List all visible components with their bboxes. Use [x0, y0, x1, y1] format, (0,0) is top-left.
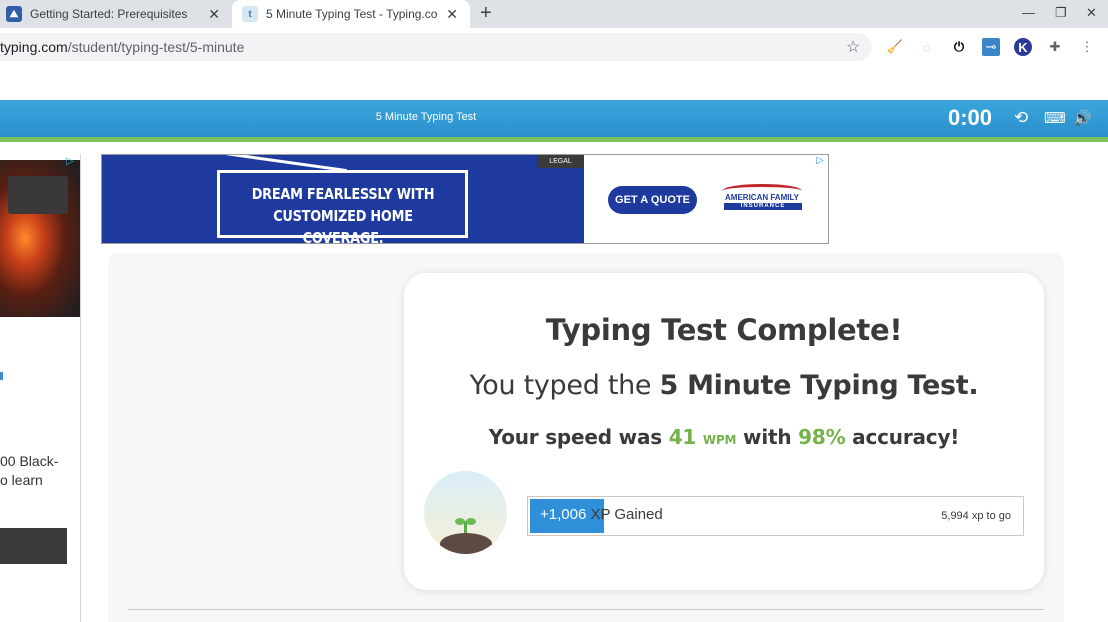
timer: 0:00 [948, 105, 993, 130]
typed-test-line: You typed the 5 Minute Typing Test. [404, 370, 1044, 401]
ad-text-line: 00 Black- [0, 453, 59, 469]
banner-ad[interactable]: DREAM FEARLESSLY WITH CUSTOMIZED HOME CO… [101, 154, 829, 244]
test-name: 5 Minute Typing Test. [659, 370, 979, 401]
banner-headline-line: DREAM FEARLESSLY WITH [251, 185, 435, 203]
site-favicon-icon: ⛰ [6, 6, 22, 22]
logo-brand-line: INSURANCE [724, 203, 802, 210]
xp-gained-number: +1,006 [540, 506, 587, 523]
xp-gained-label: +1,006 XP Gained [540, 497, 663, 533]
adchoices-icon[interactable]: ▷ [66, 156, 80, 170]
header-accent-bar [0, 137, 1108, 142]
restore-button[interactable]: ❐ [1055, 5, 1067, 21]
browser-toolbar: typing.com/student/typing-test/5-minute … [0, 28, 1108, 66]
window-close-button[interactable]: ✕ [1086, 5, 1097, 21]
ad-button[interactable] [0, 528, 67, 564]
browser-tab-strip: ⛰ Getting Started: Prerequisites ✕ t 5 M… [0, 0, 1108, 28]
typed-prefix: You typed the [469, 370, 660, 401]
tab-title: Getting Started: Prerequisites [30, 7, 188, 21]
bookmark-star-icon[interactable]: ☆ [846, 37, 860, 57]
test-title: 5 Minute Typing Test [375, 111, 477, 123]
history-icon[interactable]: ⟲ [1014, 108, 1028, 128]
legal-tag[interactable]: LEGAL [537, 155, 584, 168]
keyboard-off-icon[interactable]: ⌨ [1044, 109, 1066, 127]
xp-progress-bar: +1,006 XP Gained 5,994 xp to go [527, 496, 1024, 536]
tab-close-icon[interactable]: ✕ [446, 6, 458, 23]
sprout-avatar-icon [424, 471, 507, 554]
tab-title: 5 Minute Typing Test - Typing.co [266, 7, 438, 21]
typing-test-header: 5 Minute Typing Test 0:00 ⟲ ⌨ 🔊 [0, 100, 1108, 137]
ad-photo [0, 160, 80, 317]
banner-ad-area: DREAM FEARLESSLY WITH CUSTOMIZED HOME CO… [101, 154, 1070, 244]
menu-dots-icon[interactable]: ⋮ [1078, 38, 1096, 56]
ad-link-mark [0, 372, 3, 380]
xp-gained-text: XP Gained [586, 506, 663, 523]
banner-headline-line: CUSTOMIZED HOME COVERAGE. [273, 207, 413, 244]
tab-getting-started[interactable]: ⛰ Getting Started: Prerequisites ✕ [0, 0, 232, 28]
get-a-quote-button[interactable]: GET A QUOTE [608, 186, 697, 214]
key-card-icon[interactable]: ⊸ [982, 38, 1000, 56]
speed-line: Your speed was 41 WPM with 98% accuracy! [404, 425, 1044, 449]
address-bar[interactable]: typing.com/student/typing-test/5-minute [0, 33, 872, 61]
results-card: Typing Test Complete! You typed the 5 Mi… [404, 273, 1044, 590]
new-tab-button[interactable]: + [480, 2, 492, 25]
url-host: typing.com [0, 39, 68, 55]
tab-typing-test[interactable]: t 5 Minute Typing Test - Typing.co ✕ [232, 0, 470, 28]
ad-text-line: o learn [0, 472, 43, 488]
speed-prefix: Your speed was [488, 425, 669, 449]
puzzle-icon[interactable]: ✚ [1046, 38, 1064, 56]
tab-close-icon[interactable]: ✕ [208, 6, 220, 23]
banner-headline: DREAM FEARLESSLY WITH CUSTOMIZED HOME CO… [237, 183, 449, 244]
accuracy-value: 98% [798, 425, 846, 449]
typing-favicon-icon: t [242, 6, 258, 22]
speed-mid: with [736, 425, 799, 449]
ad-text: 00 Black- o learn [0, 452, 58, 490]
wpm-value: 41 [668, 425, 697, 449]
speed-suffix: accuracy! [845, 425, 960, 449]
xp-to-go: 5,994 xp to go [941, 510, 1011, 522]
adchoices-icon[interactable]: ▷ [812, 155, 828, 170]
circle-dots-icon[interactable]: ◌ [918, 38, 936, 56]
k-logo-icon[interactable]: K [1014, 38, 1032, 56]
volume-icon[interactable]: 🔊 [1073, 109, 1092, 127]
results-heading: Typing Test Complete! [545, 313, 903, 347]
american-family-logo: AMERICAN FAMILY INSURANCE [716, 184, 808, 214]
logo-brand-line: AMERICAN FAMILY [725, 193, 799, 202]
left-ad[interactable]: ▷ 00 Black- o learn [0, 154, 81, 622]
content-divider [128, 609, 1044, 610]
wpm-unit: WPM [702, 433, 737, 447]
minimize-button[interactable]: — [1022, 5, 1035, 20]
url-path: /student/typing-test/5-minute [67, 39, 245, 55]
broom-icon[interactable]: 🧹 [886, 38, 904, 56]
power-icon[interactable]: ⏻ [950, 38, 968, 56]
